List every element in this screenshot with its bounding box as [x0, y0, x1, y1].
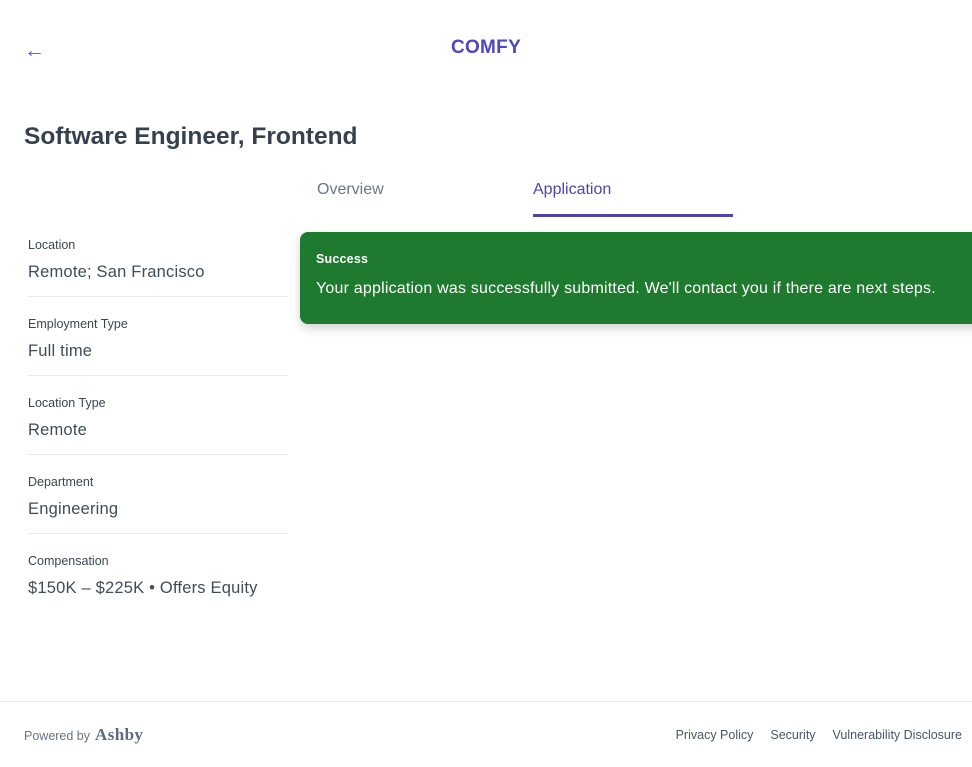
tab-application[interactable]: Application — [533, 180, 733, 217]
success-banner-title: Success — [316, 252, 369, 266]
powered-by-label: Powered by — [24, 728, 91, 743]
job-detail-employment-type: Employment Type Full time — [28, 297, 288, 376]
detail-value: Remote; San Francisco — [28, 263, 205, 281]
success-banner-message: Your application was successfully submit… — [316, 280, 936, 297]
tab-bar: Overview Application — [300, 180, 972, 217]
job-posting-page: ← COMFY Software Engineer, Frontend Loca… — [0, 0, 972, 767]
job-detail-location: Location Remote; San Francisco — [28, 238, 288, 297]
footer: Powered by Ashby Privacy Policy Security… — [0, 701, 972, 767]
job-details-sidebar: Location Remote; San Francisco Employmen… — [24, 180, 288, 612]
success-banner: Success Your application was successfull… — [300, 232, 972, 324]
tab-overview[interactable]: Overview — [317, 180, 517, 217]
company-logo: COMFY — [450, 37, 522, 58]
ashby-logo[interactable]: Ashby — [95, 725, 143, 745]
detail-label: Location Type — [28, 396, 106, 410]
detail-value: Full time — [28, 342, 93, 360]
detail-label: Compensation — [28, 554, 109, 568]
footer-links: Privacy Policy Security Vulnerability Di… — [676, 728, 962, 742]
detail-value: $150K – $225K • Offers Equity — [28, 579, 258, 597]
detail-value: Engineering — [28, 500, 119, 518]
page-title: Software Engineer, Frontend — [24, 123, 358, 150]
detail-label: Department — [28, 475, 94, 489]
detail-label: Location — [28, 238, 76, 252]
content-area: Location Remote; San Francisco Employmen… — [0, 180, 972, 612]
detail-value: Remote — [28, 421, 87, 439]
detail-label: Employment Type — [28, 317, 128, 331]
job-detail-department: Department Engineering — [28, 455, 288, 534]
job-detail-compensation: Compensation $150K – $225K • Offers Equi… — [28, 534, 288, 612]
job-detail-location-type: Location Type Remote — [28, 376, 288, 455]
main-column: Overview Application Success Your applic… — [300, 180, 972, 324]
top-bar: ← COMFY — [0, 0, 972, 100]
powered-by: Powered by Ashby — [24, 725, 143, 745]
security-link[interactable]: Security — [770, 728, 815, 742]
vulnerability-disclosure-link[interactable]: Vulnerability Disclosure — [833, 728, 962, 742]
privacy-policy-link[interactable]: Privacy Policy — [676, 728, 754, 742]
